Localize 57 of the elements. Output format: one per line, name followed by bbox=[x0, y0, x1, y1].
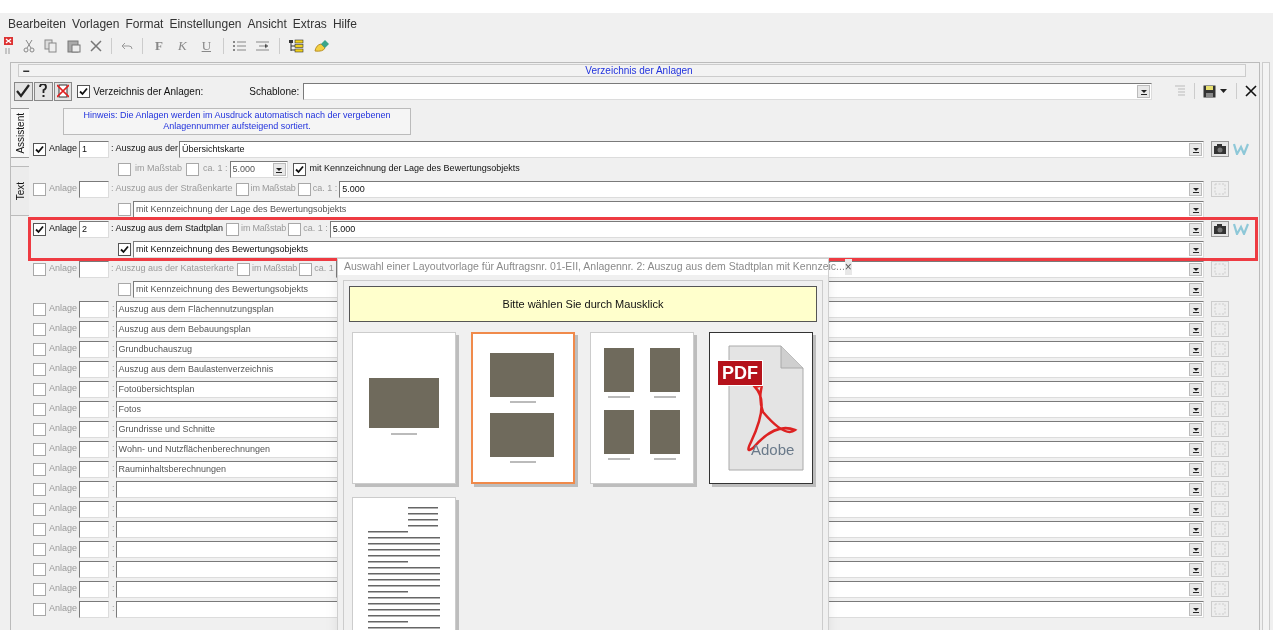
ratio-label: ca. 1 : bbox=[203, 162, 228, 176]
scale-label: im Maßstab bbox=[135, 162, 182, 176]
scale-label: im Maßstab bbox=[241, 222, 287, 236]
caption-text: : Auszug aus dem Stadtplan bbox=[111, 222, 224, 236]
attachment-label: Anlage bbox=[49, 342, 78, 356]
pdf-label: PDF bbox=[717, 360, 763, 386]
panel-title: Verzeichnis der Anlagen bbox=[584, 65, 694, 76]
attachment-label: Anlage bbox=[49, 222, 78, 236]
dialog-title: Auswahl einer Layoutvorlage für Auftragsnr. 01-EII, Anlagennr. 2: Auszug aus dem Stadtplan mit Kennzeic... bbox=[344, 259, 845, 275]
attachment-label: Anlage bbox=[49, 322, 78, 336]
separator-text: : bbox=[112, 502, 115, 516]
caption-text: : Auszug aus der Katasterkarte bbox=[111, 262, 235, 276]
instruction-banner: Bitte wählen Sie durch Mausklick bbox=[349, 286, 817, 322]
brand-label: Adobe bbox=[751, 442, 795, 457]
attachment-label: Anlage bbox=[49, 502, 78, 516]
attachment-label: Anlage bbox=[49, 142, 78, 156]
separator-text: : bbox=[112, 402, 115, 416]
attachment-label: Anlage bbox=[49, 562, 78, 576]
ratio-label: ca. 1 : bbox=[303, 222, 328, 236]
template-label: Schablone: bbox=[249, 84, 300, 99]
attachment-label: Anlage bbox=[49, 482, 78, 496]
attachment-label: Anlage bbox=[49, 262, 78, 276]
caption-text: : Auszug aus der bbox=[111, 142, 179, 156]
attachment-label: Anlage bbox=[49, 542, 78, 556]
attachment-label: Anlage bbox=[49, 462, 78, 476]
separator-text: : bbox=[112, 342, 115, 356]
separator-text: : bbox=[112, 322, 115, 336]
separator-text: : bbox=[112, 562, 115, 576]
separator-text: : bbox=[112, 462, 115, 476]
ratio-label: ca. 1 : bbox=[312, 182, 338, 196]
marking-label: mit Kennzeichnung der Lage des Bewertungsobjekts bbox=[309, 162, 520, 176]
attachment-label: Anlage bbox=[49, 302, 78, 316]
scale-label: im Maßstab bbox=[252, 262, 298, 276]
separator-text: : bbox=[112, 542, 115, 556]
list-label: Verzeichnis der Anlagen: bbox=[93, 84, 204, 99]
attachment-label: Anlage bbox=[49, 442, 78, 456]
separator-text: : bbox=[112, 302, 115, 316]
separator-text: : bbox=[112, 522, 115, 536]
separator-text: : bbox=[112, 582, 115, 596]
attachment-label: Anlage bbox=[49, 522, 78, 536]
ratio-label: ca. 1 bbox=[314, 262, 334, 276]
separator-text: : bbox=[112, 362, 115, 376]
separator-text: : bbox=[112, 442, 115, 456]
scale-label: im Maßstab bbox=[250, 182, 296, 196]
separator-text: : bbox=[112, 602, 115, 616]
attachment-label: Anlage bbox=[49, 382, 78, 396]
attachment-label: Anlage bbox=[49, 602, 78, 616]
attachment-label: Anlage bbox=[49, 182, 78, 196]
hint-text: Hinweis: Die Anlagen werden im Ausdruck automatisch nach der vergebenen Anlagennummer aufsteigend sortiert. bbox=[63, 108, 411, 135]
separator-text: : bbox=[112, 422, 115, 436]
separator-text: : bbox=[112, 382, 115, 396]
attachment-label: Anlage bbox=[49, 582, 78, 596]
attachment-label: Anlage bbox=[49, 422, 78, 436]
attachment-label: Anlage bbox=[49, 402, 78, 416]
attachment-label: Anlage bbox=[49, 362, 78, 376]
separator-text: : bbox=[112, 482, 115, 496]
caption-text: : Auszug aus der Straßenkarte bbox=[111, 182, 233, 196]
